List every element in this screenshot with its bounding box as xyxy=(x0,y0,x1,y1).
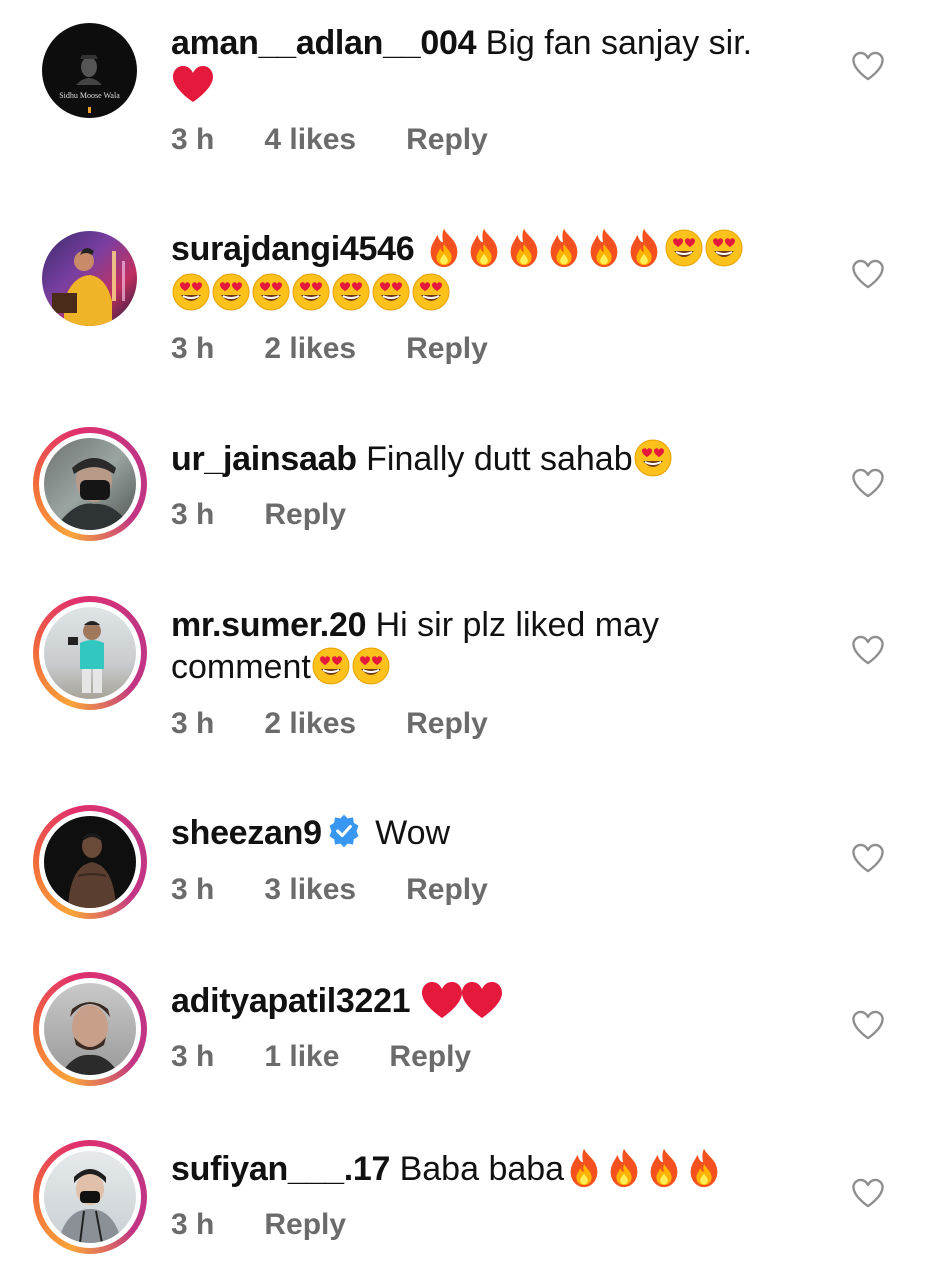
reply-button[interactable]: Reply xyxy=(264,498,346,531)
heart-outline-icon[interactable] xyxy=(850,50,886,82)
comment-username[interactable]: sheezan9 xyxy=(171,814,322,852)
red-heart-emoji-icon xyxy=(171,64,215,104)
comment-text: Wow xyxy=(375,814,451,852)
comment-username[interactable]: surajdangi4546 xyxy=(171,230,415,268)
fire-emoji-icon xyxy=(624,227,664,269)
heart-outline-icon[interactable] xyxy=(850,1177,886,1209)
fire-emoji-icon xyxy=(564,1147,604,1189)
heart-eyes-emoji-icon xyxy=(291,272,331,312)
heart-eyes-emoji-icon xyxy=(704,228,744,268)
comment-time: 3 h xyxy=(171,498,215,531)
comment-username[interactable]: aman__adlan__004 xyxy=(171,24,476,62)
heart-eyes-emoji-icon xyxy=(633,438,673,478)
heart-eyes-emoji-icon xyxy=(251,272,291,312)
comment-username[interactable]: mr.sumer.20 xyxy=(171,606,366,644)
heart-eyes-emoji-icon xyxy=(371,272,411,312)
comment-time: 3 h xyxy=(171,707,215,740)
likes-count[interactable]: 3 likes xyxy=(264,873,356,906)
fire-emoji-icon xyxy=(644,1147,684,1189)
comment-username[interactable]: adityapatil3221 xyxy=(171,982,411,1020)
avatar[interactable] xyxy=(33,427,147,541)
avatar[interactable] xyxy=(33,1140,147,1254)
fire-emoji-icon xyxy=(604,1147,644,1189)
fire-emoji-icon xyxy=(464,227,504,269)
comment-time: 3 h xyxy=(171,123,215,156)
avatar[interactable] xyxy=(33,805,147,919)
fire-emoji-icon xyxy=(544,227,584,269)
heart-eyes-emoji-icon xyxy=(331,272,371,312)
fire-emoji-icon xyxy=(424,227,464,269)
reply-button[interactable]: Reply xyxy=(406,873,488,906)
heart-eyes-emoji-icon xyxy=(171,272,211,312)
likes-count[interactable]: 2 likes xyxy=(264,332,356,365)
comment-text: Big fan sanjay sir. xyxy=(485,24,753,62)
heart-outline-icon[interactable] xyxy=(850,1009,886,1041)
comment-time: 3 h xyxy=(171,1208,215,1241)
comment-text-continued: comment xyxy=(171,648,311,686)
verified-badge-icon xyxy=(326,813,362,849)
avatar[interactable] xyxy=(33,596,147,710)
heart-eyes-emoji-icon xyxy=(311,646,351,686)
heart-outline-icon[interactable] xyxy=(850,258,886,290)
avatar[interactable]: Sidhu Moose Wala xyxy=(42,23,137,118)
comment-username[interactable]: ur_jainsaab xyxy=(171,440,357,478)
reply-button[interactable]: Reply xyxy=(406,707,488,740)
likes-count[interactable]: 2 likes xyxy=(264,707,356,740)
reply-button[interactable]: Reply xyxy=(406,332,488,365)
fire-emoji-icon xyxy=(684,1147,724,1189)
comment-time: 3 h xyxy=(171,332,215,365)
reply-button[interactable]: Reply xyxy=(406,123,488,156)
avatar-caption: Sidhu Moose Wala xyxy=(59,91,120,100)
comment-time: 3 h xyxy=(171,873,215,906)
reply-button[interactable]: Reply xyxy=(389,1040,471,1073)
heart-eyes-emoji-icon xyxy=(351,646,391,686)
likes-count[interactable]: 4 likes xyxy=(264,123,356,156)
heart-eyes-emoji-icon xyxy=(664,228,704,268)
comment-text: Finally dutt sahab xyxy=(366,440,633,478)
likes-count[interactable]: 1 like xyxy=(264,1040,339,1073)
comment-username[interactable]: sufiyan___.17 xyxy=(171,1150,390,1188)
comment-text: Hi sir plz liked may xyxy=(375,606,660,644)
fire-emoji-icon xyxy=(504,227,544,269)
comment-time: 3 h xyxy=(171,1040,215,1073)
comment-text: Baba baba xyxy=(399,1150,565,1188)
reply-button[interactable]: Reply xyxy=(264,1208,346,1241)
red-heart-emoji-icon xyxy=(420,980,464,1020)
avatar[interactable] xyxy=(42,231,137,326)
heart-outline-icon[interactable] xyxy=(850,634,886,666)
heart-eyes-emoji-icon xyxy=(411,272,451,312)
comment-emojis xyxy=(424,230,744,268)
avatar[interactable] xyxy=(33,972,147,1086)
heart-eyes-emoji-icon xyxy=(211,272,251,312)
heart-outline-icon[interactable] xyxy=(850,467,886,499)
fire-emoji-icon xyxy=(584,227,624,269)
red-heart-emoji-icon xyxy=(460,980,504,1020)
heart-outline-icon[interactable] xyxy=(850,842,886,874)
